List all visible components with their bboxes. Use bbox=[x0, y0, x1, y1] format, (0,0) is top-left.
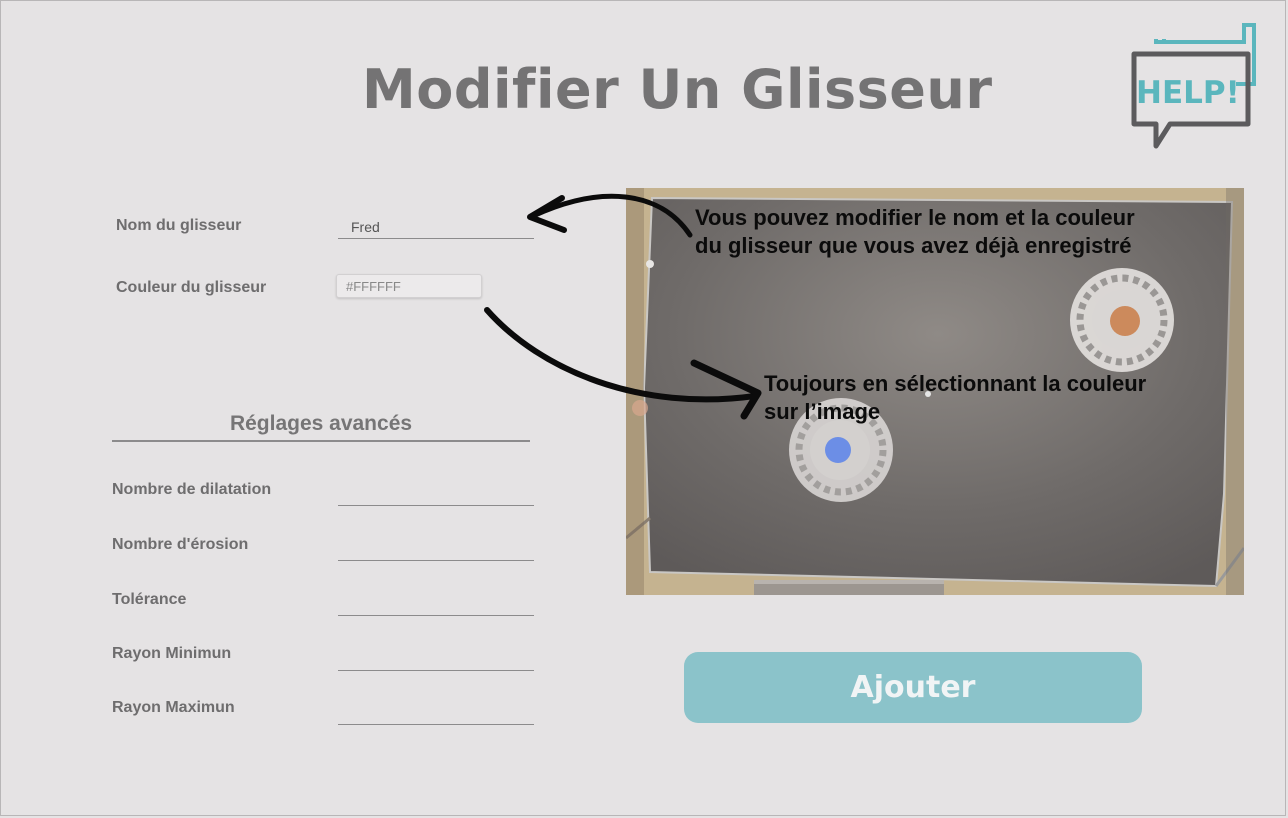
help-icon[interactable]: HELP! bbox=[1126, 20, 1260, 150]
min-radius-input[interactable] bbox=[338, 642, 534, 671]
help-label: HELP! bbox=[1136, 75, 1240, 111]
advanced-settings-title: Réglages avancés bbox=[112, 412, 530, 442]
name-label: Nom du glisseur bbox=[116, 217, 242, 234]
annotation-mid-line2: sur l’image bbox=[764, 399, 881, 424]
annotation-mid-line1: Toujours en sélectionnant la couleur bbox=[764, 371, 1147, 396]
min-radius-label: Rayon Minimun bbox=[112, 645, 232, 662]
annotation-top-line2: du glisseur que vous avez déjà enregistr… bbox=[695, 233, 1132, 258]
color-input[interactable] bbox=[336, 274, 482, 298]
annotation-top-line1: Vous pouvez modifier le nom et la couleu… bbox=[695, 205, 1135, 230]
erosion-input[interactable] bbox=[338, 532, 534, 561]
max-radius-label: Rayon Maximun bbox=[112, 699, 235, 716]
erosion-label: Nombre d'érosion bbox=[112, 536, 249, 553]
tolerance-label: Tolérance bbox=[112, 591, 187, 608]
max-radius-input[interactable] bbox=[338, 696, 534, 725]
color-label: Couleur du glisseur bbox=[116, 279, 267, 296]
dilatation-label: Nombre de dilatation bbox=[112, 481, 272, 498]
tolerance-input[interactable] bbox=[338, 587, 534, 616]
add-button[interactable]: Ajouter bbox=[684, 652, 1142, 723]
dilatation-input[interactable] bbox=[338, 477, 534, 506]
page-title: Modifier Un Glisseur bbox=[362, 58, 993, 121]
name-input[interactable] bbox=[338, 215, 534, 239]
puck-orange bbox=[1070, 268, 1174, 372]
